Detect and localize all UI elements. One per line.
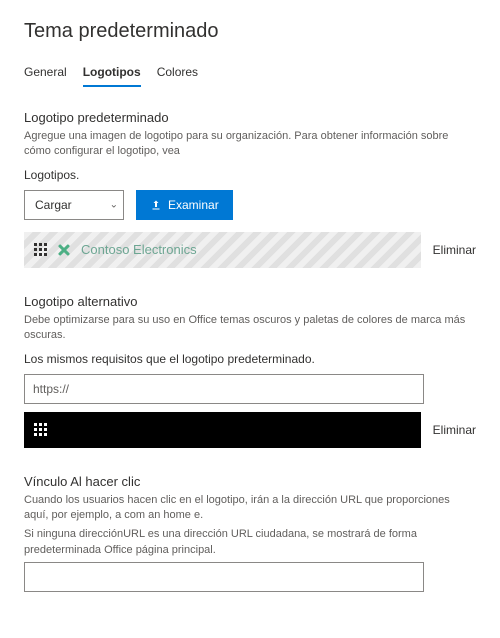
link-title: Vínculo Al hacer clic [24,474,476,489]
section-alt-logo: Logotipo alternativo Debe optimizarse pa… [24,294,476,448]
default-logo-title: Logotipo predeterminado [24,110,476,125]
tabs: General Logotipos Colores [24,61,476,86]
contoso-x-icon [57,243,71,257]
waffle-icon [34,423,47,436]
tab-colores[interactable]: Colores [157,61,198,85]
remove-default-logo[interactable]: Eliminar [433,243,476,257]
upload-method-select[interactable]: Cargar ⌄ [24,190,124,220]
upload-arrow-icon [150,199,162,211]
page-title: Tema predeterminado [24,20,476,43]
upload-method-value: Cargar [24,190,124,220]
default-logo-preview: Contoso Electronics [24,232,421,268]
remove-alt-logo[interactable]: Eliminar [433,423,476,437]
default-logo-sub: Logotipos. [24,168,476,182]
section-link: Vínculo Al hacer clic Cuando los usuario… [24,474,476,593]
link-desc: Cuando los usuarios hacen clic en el log… [24,493,476,524]
tab-general[interactable]: General [24,61,67,85]
browse-label: Examinar [168,198,219,212]
default-logo-name: Contoso Electronics [81,242,197,257]
alt-logo-title: Logotipo alternativo [24,294,476,309]
waffle-icon [34,243,47,256]
alt-logo-desc: Debe optimizarse para su uso en Office t… [24,313,476,344]
tab-logotipos[interactable]: Logotipos [83,61,141,85]
default-logo-desc: Agregue una imagen de logotipo para su o… [24,129,476,160]
alt-logo-sub: Los mismos requisitos que el logotipo pr… [24,352,476,366]
section-default-logo: Logotipo predeterminado Agregue una imag… [24,110,476,268]
alt-logo-url-input[interactable] [24,374,424,404]
link-url-input[interactable] [24,562,424,592]
browse-button[interactable]: Examinar [136,190,233,220]
alt-logo-preview [24,412,421,448]
